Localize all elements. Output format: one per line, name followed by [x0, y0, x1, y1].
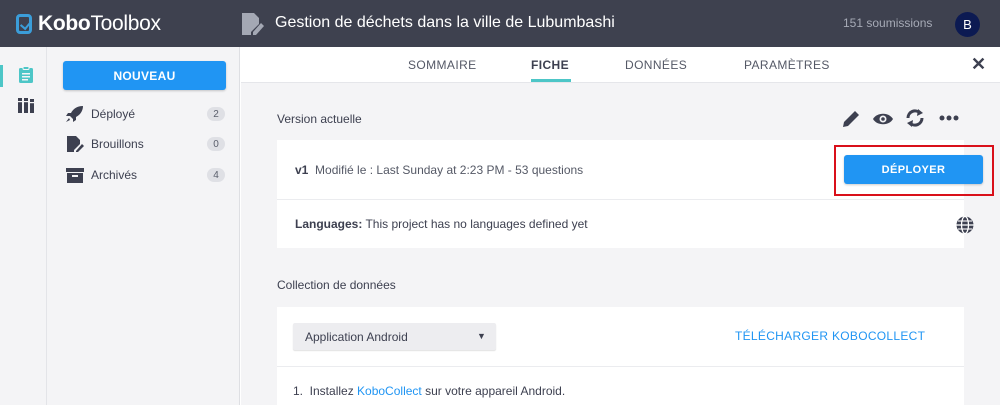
deploy-button[interactable]: DÉPLOYER [844, 155, 983, 184]
rocket-icon [66, 106, 83, 122]
submission-count: 151 soumissions [843, 16, 933, 30]
data-collection-heading: Collection de données [277, 278, 396, 292]
active-tab-indicator [531, 79, 571, 82]
form-tabs: SOMMAIRE FICHE DONNÉES PARAMÈTRES ✕ [241, 47, 1000, 83]
tab-data[interactable]: DONNÉES [625, 58, 687, 72]
library-icon[interactable] [17, 96, 35, 114]
close-icon[interactable]: ✕ [971, 54, 986, 75]
logo-mark-icon [16, 14, 32, 34]
version-modified: Modifié le : Last Sunday at 2:23 PM - 53… [315, 163, 584, 177]
version-card: v1 Modifié le : Last Sunday at 2:23 PM -… [277, 140, 994, 248]
form-edit-icon [242, 13, 264, 35]
sidebar: NOUVEAU Déployé 2 Brouillons 0 Archivés … [47, 47, 240, 405]
kobocollect-link[interactable]: KoboCollect [357, 384, 422, 398]
new-button[interactable]: NOUVEAU [63, 61, 226, 90]
kobotoolbox-logo[interactable]: Kobo Toolbox [16, 11, 161, 37]
user-avatar[interactable]: B [955, 12, 980, 37]
forms-icon[interactable] [17, 66, 35, 84]
logo-text-toolbox: Toolbox [90, 12, 161, 35]
sidebar-item-label: Brouillons [91, 137, 144, 151]
download-kobocollect-link[interactable]: TÉLÉCHARGER KOBOCOLLECT [735, 329, 925, 343]
languages-text: This project has no languages defined ye… [365, 217, 588, 231]
caret-down-icon: ▼ [477, 331, 486, 341]
current-version-heading: Version actuelle [277, 112, 362, 126]
install-step: 1. Installez KoboCollect sur votre appar… [293, 384, 565, 398]
form-title: Gestion de déchets dans la ville de Lubu… [275, 14, 615, 31]
select-value: Application Android [305, 330, 408, 344]
more-icon[interactable] [938, 107, 960, 129]
globe-icon[interactable] [955, 215, 975, 235]
count-badge: 0 [207, 137, 225, 151]
sidebar-item-label: Déployé [91, 107, 136, 121]
preview-icon[interactable] [872, 108, 894, 130]
languages-info: Languages: This project has no languages… [295, 217, 588, 231]
collect-method-select[interactable]: Application Android ▼ [293, 323, 496, 350]
sidebar-item-deployed[interactable]: Déployé 2 [65, 104, 225, 124]
logo-text-kobo: Kobo [38, 12, 91, 35]
tab-form[interactable]: FICHE [531, 58, 569, 72]
sidebar-item-archived[interactable]: Archivés 4 [65, 165, 225, 185]
sidebar-item-label: Archivés [91, 168, 138, 182]
edit-icon[interactable] [840, 108, 862, 130]
rail-active-indicator [0, 65, 3, 87]
languages-label: Languages: [295, 217, 363, 231]
step-prefix: 1. Installez [293, 384, 358, 398]
count-badge: 2 [207, 107, 225, 121]
replace-icon[interactable] [904, 107, 926, 129]
tab-settings[interactable]: PARAMÈTRES [744, 58, 830, 72]
divider [277, 366, 964, 367]
top-header: Kobo Toolbox Gestion de déchets dans la v… [0, 0, 1000, 47]
divider [277, 199, 964, 200]
tab-summary[interactable]: SOMMAIRE [408, 58, 477, 72]
archive-icon [66, 168, 84, 183]
sidebar-item-drafts[interactable]: Brouillons 0 [65, 134, 225, 154]
drafts-icon [67, 136, 84, 152]
version-tag: v1 [295, 163, 309, 177]
icon-rail [0, 47, 47, 405]
count-badge: 4 [207, 168, 225, 182]
version-info: v1 Modifié le : Last Sunday at 2:23 PM -… [295, 163, 583, 177]
main-content: SOMMAIRE FICHE DONNÉES PARAMÈTRES ✕ Vers… [241, 47, 1000, 405]
step-suffix: sur votre appareil Android. [421, 384, 566, 398]
